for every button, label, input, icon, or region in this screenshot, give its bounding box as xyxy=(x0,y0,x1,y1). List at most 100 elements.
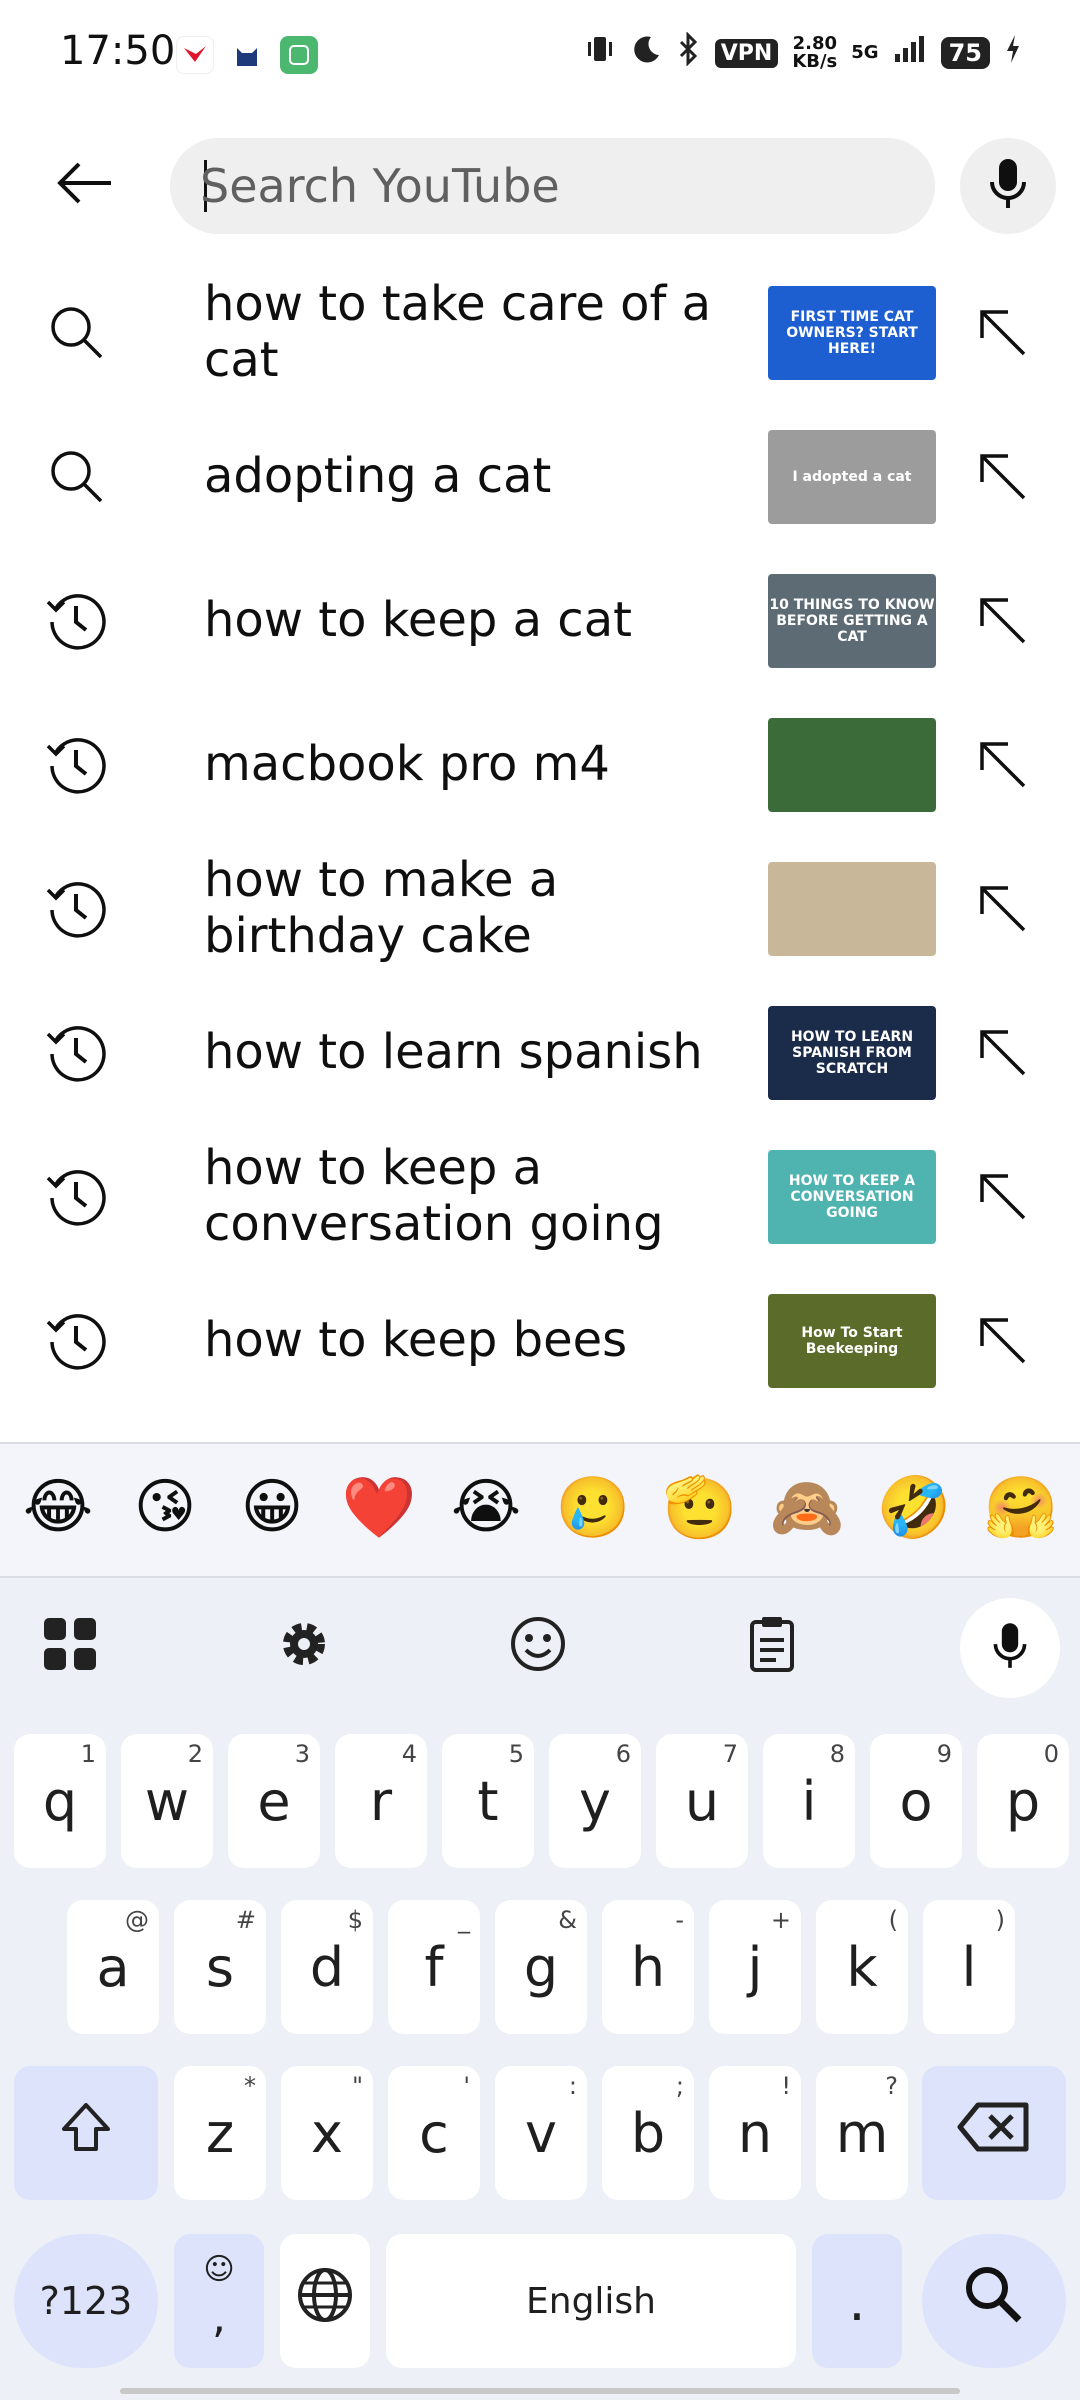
key-g[interactable]: g & xyxy=(495,1900,587,2034)
key-h[interactable]: h- xyxy=(602,1900,694,2034)
keyboard-settings-button[interactable] xyxy=(262,1604,346,1688)
emoji-suggestion[interactable]: 🤗 xyxy=(981,1472,1061,1543)
suggestion-text: adopting a cat xyxy=(204,448,552,504)
vibrate-icon xyxy=(583,32,617,74)
suggestion-text: macbook pro m4 xyxy=(204,736,610,792)
emoji-suggestion[interactable]: 😘 xyxy=(125,1472,205,1542)
key-f[interactable]: f _ xyxy=(388,1900,480,2034)
key-m[interactable]: m? xyxy=(816,2066,908,2200)
fill-query-arrow-icon[interactable] xyxy=(966,872,1038,944)
suggestion-thumbnail[interactable] xyxy=(768,718,936,812)
suggestion-row[interactable]: how to learn spanish HOW TO LEARN SPANISH… xyxy=(0,980,1080,1124)
search-icon xyxy=(40,296,112,368)
key-j[interactable]: j + xyxy=(709,1900,801,2034)
emoji-suggestion[interactable]: 🥲 xyxy=(553,1472,633,1543)
key-t[interactable]: t5 xyxy=(442,1734,534,1868)
suggestion-row[interactable]: how to keep a cat 10 THINGS TO KNOW BEFOR… xyxy=(0,548,1080,692)
key-label: i xyxy=(801,1769,817,1833)
suggestion-thumbnail[interactable]: HOW TO LEARN SPANISH FROM SCRATCH xyxy=(768,1006,936,1100)
key-r[interactable]: r4 xyxy=(335,1734,427,1868)
space-bar[interactable]: English xyxy=(386,2234,796,2368)
key-label: u xyxy=(684,1769,720,1833)
clipboard-icon xyxy=(744,1614,800,1678)
thumbnail-caption: 10 THINGS TO KNOW BEFORE GETTING A CAT xyxy=(769,597,935,645)
key-x[interactable]: x " xyxy=(281,2066,373,2200)
emoji-keyboard-button[interactable] xyxy=(496,1604,580,1688)
key-e[interactable]: e3 xyxy=(228,1734,320,1868)
voice-search-button[interactable] xyxy=(960,138,1056,234)
key-label: q xyxy=(42,1769,78,1833)
suggestion-text: how to take care of a cat xyxy=(204,276,712,388)
suggestion-thumbnail[interactable]: 10 THINGS TO KNOW BEFORE GETTING A CAT xyxy=(768,574,936,668)
suggestion-row[interactable]: how to take care of a cat FIRST TIME CAT … xyxy=(0,260,1080,404)
clipboard-button[interactable] xyxy=(730,1604,814,1688)
key-o[interactable]: o9 xyxy=(870,1734,962,1868)
key-u[interactable]: u7 xyxy=(656,1734,748,1868)
fill-query-arrow-icon[interactable] xyxy=(966,1160,1038,1232)
suggestion-thumbnail[interactable]: How To Start Beekeeping xyxy=(768,1294,936,1388)
suggestion-thumbnail[interactable]: FIRST TIME CAT OWNERS? START HERE! xyxy=(768,286,936,380)
emoji-suggestion[interactable]: 😀 xyxy=(232,1472,312,1542)
suggestion-thumbnail[interactable]: HOW TO KEEP A CONVERSATION GOING xyxy=(768,1150,936,1244)
suggestion-row[interactable]: macbook pro m4 xyxy=(0,692,1080,836)
shift-key[interactable] xyxy=(14,2066,158,2200)
emoji-suggestion[interactable]: ❤️ xyxy=(339,1472,419,1543)
key-b[interactable]: b; xyxy=(602,2066,694,2200)
fill-query-arrow-icon[interactable] xyxy=(966,728,1038,800)
key-k[interactable]: k( xyxy=(816,1900,908,2034)
key-y[interactable]: y6 xyxy=(549,1734,641,1868)
key-v[interactable]: v: xyxy=(495,2066,587,2200)
emoji-suggestion[interactable]: 🤣 xyxy=(874,1472,954,1543)
smiley-small-icon: ☺ xyxy=(203,2252,235,2287)
key-c[interactable]: c ' xyxy=(388,2066,480,2200)
history-icon xyxy=(40,728,112,800)
fill-query-arrow-icon[interactable] xyxy=(966,1016,1038,1088)
key-i[interactable]: i8 xyxy=(763,1734,855,1868)
history-icon xyxy=(40,584,112,656)
key-hint: & xyxy=(558,1906,577,1934)
search-key[interactable] xyxy=(922,2234,1066,2368)
key-n[interactable]: n! xyxy=(709,2066,801,2200)
suggestion-thumbnail[interactable]: I adopted a cat xyxy=(768,430,936,524)
search-box[interactable] xyxy=(170,138,935,234)
key-label: m xyxy=(835,2101,889,2165)
keyboard-voice-input-button[interactable] xyxy=(960,1598,1060,1698)
key-hint: ! xyxy=(781,2072,791,2100)
emoji-suggestion[interactable]: 😭 xyxy=(446,1472,526,1542)
symbols-key[interactable]: ?123 xyxy=(14,2234,158,2368)
key-s[interactable]: s # xyxy=(174,1900,266,2034)
suggestion-row[interactable]: how to keep bees How To Start Beekeeping xyxy=(0,1268,1080,1412)
key-p[interactable]: p0 xyxy=(977,1734,1069,1868)
fill-query-arrow-icon[interactable] xyxy=(966,440,1038,512)
search-input[interactable] xyxy=(200,138,900,234)
suggestion-row[interactable]: adopting a cat I adopted a cat xyxy=(0,404,1080,548)
key-l[interactable]: l) xyxy=(923,1900,1015,2034)
apps-grid-button[interactable] xyxy=(28,1604,112,1688)
key-d[interactable]: d $ xyxy=(281,1900,373,2034)
key-label: s xyxy=(205,1935,235,1999)
suggestion-row[interactable]: how to make a birthday cake xyxy=(0,836,1080,980)
backspace-key[interactable] xyxy=(922,2066,1066,2200)
key-hint: 6 xyxy=(615,1740,631,1768)
key-hint: ' xyxy=(463,2072,470,2100)
emoji-suggestion[interactable]: 🫡 xyxy=(660,1472,740,1543)
period-key[interactable]: . xyxy=(812,2234,902,2368)
suggestion-row[interactable]: how to keep a conversation going HOW TO K… xyxy=(0,1124,1080,1268)
green-app-notification-icon xyxy=(280,36,318,74)
key-a[interactable]: a @ xyxy=(67,1900,159,2034)
emoji-suggestion[interactable]: 🙈 xyxy=(767,1472,847,1543)
key-w[interactable]: w2 xyxy=(121,1734,213,1868)
key-z[interactable]: z * xyxy=(174,2066,266,2200)
key-hint: : xyxy=(568,2072,577,2100)
fill-query-arrow-icon[interactable] xyxy=(966,584,1038,656)
language-switch-key[interactable] xyxy=(280,2234,370,2368)
key-hint: @ xyxy=(125,1906,149,1934)
back-button[interactable] xyxy=(40,140,130,230)
emoji-suggestion[interactable]: 😂 xyxy=(18,1472,98,1542)
fill-query-arrow-icon[interactable] xyxy=(966,296,1038,368)
fill-query-arrow-icon[interactable] xyxy=(966,1304,1038,1376)
key-q[interactable]: q1 xyxy=(14,1734,106,1868)
suggestion-thumbnail[interactable] xyxy=(768,862,936,956)
key-hint: ) xyxy=(995,1906,1005,1934)
emoji-comma-key[interactable]: ☺ , xyxy=(174,2234,264,2368)
